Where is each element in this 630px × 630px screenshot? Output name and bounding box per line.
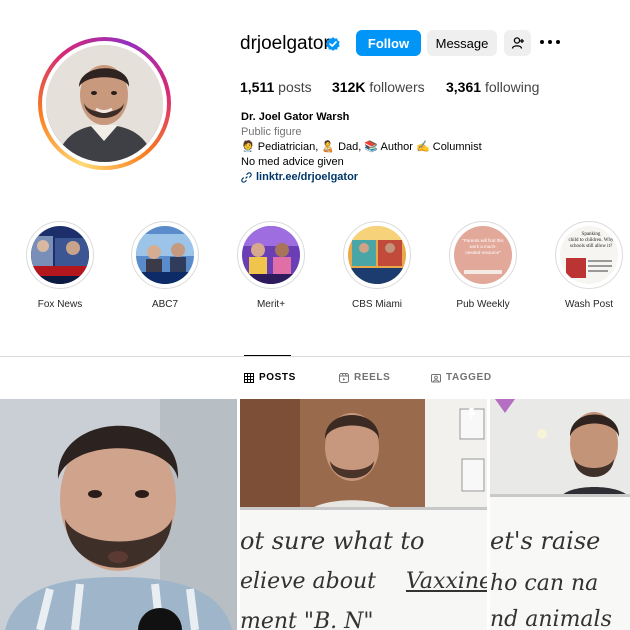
suggested-accounts-button[interactable]: [504, 30, 531, 56]
following-label: following: [484, 79, 540, 95]
whiteboard-line-2: elieve about: [240, 569, 377, 594]
category-label: Public figure: [241, 126, 302, 138]
whiteboard-line-1: et's raise: [490, 527, 601, 555]
post-tile-2[interactable]: ot sure what to elieve about Vaxxine men…: [240, 399, 487, 630]
follow-button[interactable]: Follow: [356, 30, 421, 56]
whiteboard-line-1: ot sure what to: [240, 527, 425, 555]
followers-label: followers: [369, 79, 425, 95]
following-stat[interactable]: 3,361 following: [446, 79, 539, 95]
highlight-thumb: [31, 226, 89, 284]
posts-count-stat: 1,511 posts: [240, 79, 312, 95]
highlight-abc7[interactable]: ABC7: [120, 221, 210, 310]
highlight-thumb: Spanking child to children. Why schools …: [560, 226, 618, 284]
post-tile-1[interactable]: [0, 399, 237, 630]
highlight-thumb: [348, 226, 406, 284]
highlight-thumb: [242, 226, 300, 284]
posts-count: 1,511: [240, 79, 275, 95]
highlight-label: Pub Weekly: [456, 299, 510, 310]
highlight-label: Merit+: [256, 299, 286, 310]
followers-count: 312K: [332, 79, 366, 95]
highlight-thumb: "Parents will find this work a much-need…: [454, 226, 512, 284]
bio-link-text: linktr.ee/drjoelgator: [256, 171, 359, 183]
tagged-icon: [431, 373, 441, 382]
message-button[interactable]: Message: [427, 30, 497, 56]
tab-tagged-label: TAGGED: [446, 372, 492, 383]
whiteboard-line-3: ment "B. N": [240, 609, 374, 630]
highlight-label: ABC7: [151, 299, 179, 310]
grid-icon: [244, 372, 254, 383]
post-tile-3[interactable]: et's raise ho can na nd animals: [490, 399, 630, 630]
followers-stat[interactable]: 312K followers: [332, 79, 425, 95]
tabs-divider: [0, 356, 630, 357]
posts-count-label: posts: [278, 79, 312, 95]
bio-link[interactable]: linktr.ee/drjoelgator: [241, 170, 482, 185]
highlight-wash-post[interactable]: Spanking child to children. Why schools …: [544, 221, 630, 310]
tab-posts[interactable]: POSTS: [244, 372, 296, 383]
tab-reels-label: REELS: [354, 372, 391, 383]
more-options-icon[interactable]: [540, 34, 560, 50]
whiteboard-line-2: ho can na: [490, 571, 599, 596]
link-icon: [241, 172, 252, 183]
bio-line-2: No med advice given: [241, 156, 344, 168]
add-user-icon: [511, 37, 524, 49]
whiteboard-line-3: nd animals: [490, 607, 612, 630]
highlight-label: Fox News: [37, 299, 83, 310]
highlight-label: CBS Miami: [351, 299, 402, 310]
following-count: 3,361: [446, 79, 482, 95]
pub-weekly-quote: "Parents will find this work a much-need…: [462, 238, 504, 255]
bio: Dr. Joel Gator Warsh Public figure 🧑‍⚕️ …: [241, 110, 482, 185]
highlight-fox-news[interactable]: Fox News: [15, 221, 105, 310]
post-image: [240, 399, 487, 630]
highlight-cbs-miami[interactable]: CBS Miami: [332, 221, 422, 310]
pinned-icon: [467, 408, 476, 421]
verified-badge-icon: [326, 37, 340, 51]
tab-tagged[interactable]: TAGGED: [431, 372, 492, 383]
tab-reels[interactable]: REELS: [339, 372, 390, 383]
username: drjoelgator: [240, 33, 330, 54]
profile-avatar[interactable]: [46, 45, 163, 162]
whiteboard-line-2b: Vaxxine: [406, 569, 487, 594]
highlight-label: Wash Post: [565, 299, 613, 310]
avatar-portrait: [46, 45, 163, 162]
full-name: Dr. Joel Gator Warsh: [241, 111, 350, 123]
highlight-merit-plus[interactable]: Merit+: [226, 221, 316, 310]
highlight-pub-weekly[interactable]: "Parents will find this work a much-need…: [438, 221, 528, 310]
post-image: [0, 399, 237, 630]
profile-avatar-ring[interactable]: [38, 37, 171, 170]
reels-icon: [339, 372, 349, 383]
bio-line-1: 🧑‍⚕️ Pediatrician, 🧑‍🍼 Dad, 📚 Author ✍️ …: [241, 141, 482, 153]
active-tab-indicator: [244, 355, 291, 356]
highlight-thumb: [136, 226, 194, 284]
tab-posts-label: POSTS: [259, 372, 296, 383]
wash-post-headline-3: schools still allow it?: [569, 244, 613, 249]
